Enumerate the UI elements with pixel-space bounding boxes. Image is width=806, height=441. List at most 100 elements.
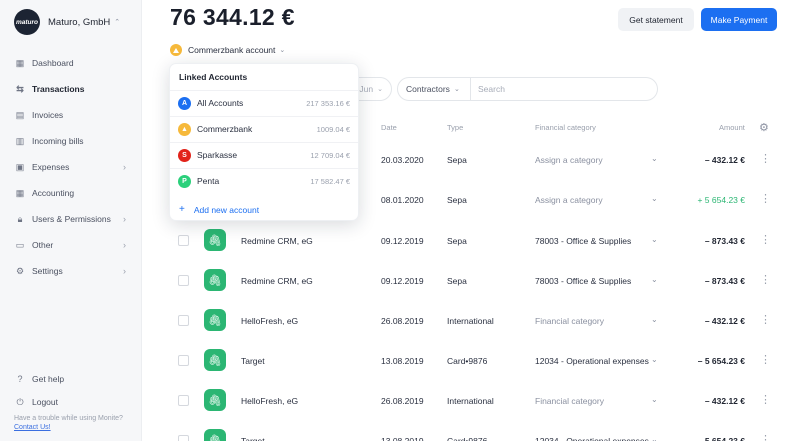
sidebar-item-users-permissions[interactable]: 🔒︎ Users & Permissions › bbox=[14, 210, 128, 228]
category-select[interactable]: 78003 - Office & Supplies bbox=[535, 236, 660, 246]
logout-link[interactable]: ⏻ Logout bbox=[14, 393, 128, 411]
transaction-date: 26.08.2019 bbox=[381, 316, 424, 326]
search-input[interactable] bbox=[478, 84, 649, 94]
chevron-down-icon[interactable]: ⌄ bbox=[651, 194, 658, 203]
transaction-type: Sepa bbox=[447, 195, 467, 205]
chevron-down-icon[interactable]: ⌄ bbox=[651, 435, 658, 441]
counterparty-name: HelloFresh, eG bbox=[241, 316, 299, 326]
category-select[interactable]: 12034 - Operational expenses bbox=[535, 436, 660, 441]
chevron-right-icon: › bbox=[123, 162, 126, 172]
account-option-balance: 217 353.16 € bbox=[306, 98, 350, 108]
sidebar-item-other[interactable]: ▭ Other › bbox=[14, 236, 128, 254]
row-checkbox[interactable] bbox=[178, 235, 189, 246]
account-option-all-accounts[interactable]: A All Accounts 217 353.16 € bbox=[170, 90, 358, 115]
chevron-down-icon[interactable]: ⌄ bbox=[651, 154, 658, 163]
make-payment-button[interactable]: Make Payment bbox=[701, 8, 777, 31]
date-filter-label: Jun bbox=[359, 84, 374, 94]
more-options-icon[interactable]: ⋮ bbox=[760, 152, 771, 165]
paperclip-icon: 🖇︎ bbox=[204, 229, 226, 251]
chevron-down-icon[interactable]: ⌄ bbox=[651, 235, 658, 244]
sidebar-item-label: Incoming bills bbox=[32, 136, 84, 146]
more-options-icon[interactable]: ⋮ bbox=[760, 393, 771, 406]
help-note-text: Have a trouble while using Monite? bbox=[14, 415, 123, 422]
category-select[interactable]: 78003 - Office & Supplies bbox=[535, 276, 660, 286]
balance-total: 76 344.12 € bbox=[170, 4, 295, 30]
column-header-amount[interactable]: Amount bbox=[719, 123, 745, 132]
table-row[interactable]: 🖇︎ Redmine CRM, eG 09.12.2019 Sepa 78003 - O… bbox=[170, 221, 790, 261]
transaction-date: 09.12.2019 bbox=[381, 276, 424, 286]
transaction-date: 13.08.2019 bbox=[381, 356, 424, 366]
category-select[interactable]: 12034 - Operational expenses bbox=[535, 356, 660, 366]
transaction-amount: – 5 654.23 € bbox=[697, 436, 745, 441]
sidebar-item-label: Dashboard bbox=[32, 58, 74, 68]
get-statement-button[interactable]: Get statement bbox=[618, 8, 694, 31]
account-option-sparkasse[interactable]: S Sparkasse 12 709.04 € bbox=[170, 142, 358, 167]
account-selector-label: Commerzbank account bbox=[188, 45, 276, 55]
counterparty-name: Target bbox=[241, 356, 265, 366]
paperclip-icon: 🖇︎ bbox=[204, 389, 226, 411]
sidebar-item-dashboard[interactable]: ▦ Dashboard bbox=[14, 54, 128, 72]
get-help-link[interactable]: ? Get help bbox=[14, 370, 128, 388]
row-checkbox[interactable] bbox=[178, 275, 189, 286]
column-header-type[interactable]: Type bbox=[447, 123, 463, 132]
logout-label: Logout bbox=[32, 397, 58, 407]
sidebar-item-expenses[interactable]: ▣ Expenses › bbox=[14, 158, 128, 176]
table-row[interactable]: 🖇︎ HelloFresh, eG 26.08.2019 International F… bbox=[170, 381, 790, 421]
more-options-icon[interactable]: ⋮ bbox=[760, 233, 771, 246]
org-switcher[interactable]: maturo Maturo, GmbH ⌃ bbox=[14, 9, 120, 35]
column-header-date[interactable]: Date bbox=[381, 123, 397, 132]
category-select[interactable]: Financial category bbox=[535, 316, 660, 326]
chevron-down-icon[interactable]: ⌄ bbox=[651, 315, 658, 324]
transaction-type: Card•9876 bbox=[447, 356, 488, 366]
more-options-icon[interactable]: ⋮ bbox=[760, 273, 771, 286]
column-header-category[interactable]: Financial category bbox=[535, 123, 596, 132]
sidebar-item-label: Users & Permissions bbox=[32, 214, 111, 224]
transaction-type: Card•9876 bbox=[447, 436, 488, 441]
table-row[interactable]: 🖇︎ Redmine CRM, eG 09.12.2019 Sepa 78003 - O… bbox=[170, 261, 790, 301]
row-checkbox[interactable] bbox=[178, 395, 189, 406]
table-settings-gear-icon[interactable]: ⚙ bbox=[759, 121, 769, 134]
table-row[interactable]: 🖇︎ HelloFresh, eG 26.08.2019 International F… bbox=[170, 301, 790, 341]
table-row[interactable]: 🖇︎ Target 13.08.2019 Card•9876 12034 - Opera… bbox=[170, 421, 790, 441]
org-name: Maturo, GmbH bbox=[48, 16, 111, 28]
add-account-label: Add new account bbox=[193, 204, 260, 215]
category-select[interactable]: Financial category bbox=[535, 396, 660, 406]
invoice-icon: ▤ bbox=[15, 109, 25, 120]
contact-us-link[interactable]: Contact Us! bbox=[14, 424, 51, 431]
contractors-filter[interactable]: Contractors ⌄ bbox=[397, 77, 471, 101]
account-selector[interactable]: Commerzbank account ⌄ bbox=[170, 44, 285, 56]
sidebar-item-settings[interactable]: ⚙ Settings › bbox=[14, 262, 128, 280]
row-checkbox[interactable] bbox=[178, 435, 189, 441]
more-options-icon[interactable]: ⋮ bbox=[760, 433, 771, 441]
category-select[interactable]: Assign a category bbox=[535, 195, 660, 205]
table-row[interactable]: 🖇︎ Target 13.08.2019 Card•9876 12034 - Opera… bbox=[170, 341, 790, 381]
account-option-penta[interactable]: P Penta 17 582.47 € bbox=[170, 168, 358, 193]
chevron-down-icon[interactable]: ⌄ bbox=[651, 355, 658, 364]
transaction-date: 20.03.2020 bbox=[381, 155, 424, 165]
expenses-icon: ▣ bbox=[15, 161, 25, 172]
row-checkbox[interactable] bbox=[178, 315, 189, 326]
add-account-button[interactable]: + Add new account bbox=[179, 204, 259, 215]
commerzbank-icon bbox=[170, 44, 182, 56]
transaction-date: 13.08.2019 bbox=[381, 436, 424, 441]
sidebar-item-label: Transactions bbox=[32, 84, 85, 94]
account-option-commerzbank[interactable]: ▲ Commerzbank 1009.04 € bbox=[170, 116, 358, 141]
row-checkbox[interactable] bbox=[178, 355, 189, 366]
chevron-down-icon[interactable]: ⌄ bbox=[651, 275, 658, 284]
chevron-down-icon[interactable]: ⌄ bbox=[651, 395, 658, 404]
transaction-type: International bbox=[447, 396, 494, 406]
account-option-label: Penta bbox=[197, 176, 220, 186]
transaction-amount: – 432.12 € bbox=[704, 396, 745, 406]
sidebar-item-transactions[interactable]: ⇆ Transactions bbox=[14, 80, 128, 98]
account-option-balance: 1009.04 € bbox=[316, 124, 350, 134]
more-options-icon[interactable]: ⋮ bbox=[760, 353, 771, 366]
more-options-icon[interactable]: ⋮ bbox=[760, 313, 771, 326]
category-select[interactable]: Assign a category bbox=[535, 155, 660, 165]
more-options-icon[interactable]: ⋮ bbox=[760, 192, 771, 205]
sidebar-item-incoming-bills[interactable]: ▥ Incoming bills bbox=[14, 132, 128, 150]
transaction-amount: + 5 654.23 € bbox=[697, 195, 745, 205]
sidebar-item-accounting[interactable]: ▦ Accounting bbox=[14, 184, 128, 202]
sidebar-item-invoices[interactable]: ▤ Invoices bbox=[14, 106, 128, 124]
counterparty-name: HelloFresh, eG bbox=[241, 396, 299, 406]
linked-accounts-dropdown: Linked Accounts A All Accounts 217 353.16 … bbox=[169, 63, 359, 221]
